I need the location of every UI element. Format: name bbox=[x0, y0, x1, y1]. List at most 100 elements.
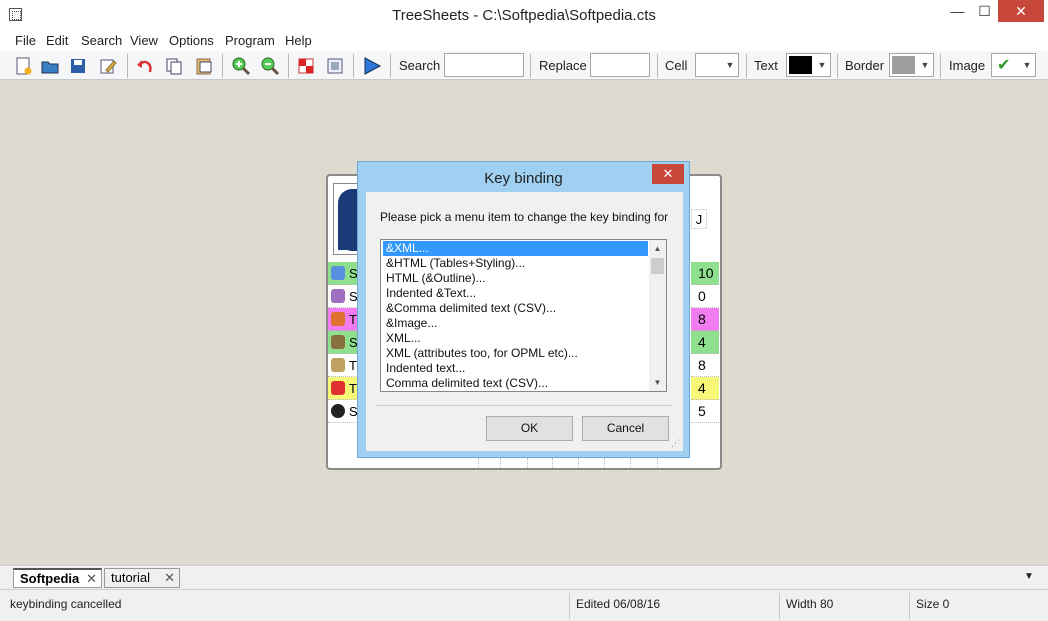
tab-tutorial[interactable]: tutorial ✕ bbox=[104, 568, 180, 588]
open-folder-icon[interactable] bbox=[38, 54, 62, 78]
toolbar-separator bbox=[390, 54, 391, 78]
menu-help[interactable]: Help bbox=[285, 33, 312, 48]
replace-label: Replace bbox=[539, 58, 587, 73]
tab-list-dropdown-icon[interactable]: ▼ bbox=[1024, 571, 1034, 582]
menu-edit[interactable]: Edit bbox=[46, 33, 68, 48]
dialog-close-button[interactable]: ✕ bbox=[652, 164, 684, 184]
grid-divider bbox=[604, 458, 605, 468]
grid-row[interactable]: S bbox=[328, 400, 358, 423]
toolbar-separator bbox=[940, 54, 941, 78]
tab-label: tutorial bbox=[111, 570, 151, 585]
grid-row[interactable]: S bbox=[328, 285, 358, 308]
close-icon[interactable]: ✕ bbox=[86, 570, 97, 588]
toolbar-separator bbox=[127, 54, 128, 78]
image-combo[interactable]: ✔ ▼ bbox=[991, 53, 1036, 77]
resize-grip-icon[interactable]: ⋰ bbox=[671, 439, 680, 448]
list-item[interactable]: XML... bbox=[383, 331, 648, 346]
list-scrollbar[interactable]: ▲ ▼ bbox=[649, 240, 666, 391]
menu-file[interactable]: File bbox=[15, 33, 36, 48]
close-button[interactable]: ✕ bbox=[998, 0, 1044, 22]
list-item[interactable]: XML (attributes too, for OPML etc)... bbox=[383, 346, 648, 361]
copy-icon[interactable] bbox=[162, 54, 186, 78]
grid-row[interactable]: T bbox=[328, 308, 358, 331]
text-color-combo[interactable]: ▼ bbox=[786, 53, 831, 77]
menu-view[interactable]: View bbox=[130, 33, 158, 48]
grid-value-cell[interactable]: 4 bbox=[691, 331, 719, 354]
replace-input[interactable] bbox=[590, 53, 650, 77]
image-icon[interactable] bbox=[323, 54, 347, 78]
status-divider bbox=[569, 593, 570, 619]
grid-value-cell[interactable]: 10 bbox=[691, 262, 719, 285]
status-bar: keybinding cancelled Edited 06/08/16 Wid… bbox=[0, 589, 1048, 621]
maximize-button[interactable]: ☐ bbox=[971, 0, 998, 22]
status-divider bbox=[779, 593, 780, 619]
grid-value-cell[interactable]: 4 bbox=[691, 377, 719, 400]
cancel-button[interactable]: Cancel bbox=[582, 416, 669, 441]
chevron-down-icon: ▼ bbox=[817, 60, 827, 70]
toolbar-separator bbox=[746, 54, 747, 78]
menu-program[interactable]: Program bbox=[225, 33, 275, 48]
tab-softpedia[interactable]: Softpedia ✕ bbox=[13, 568, 102, 588]
cell-color-combo[interactable]: ▼ bbox=[695, 53, 739, 77]
tab-bar: Softpedia ✕ tutorial ✕ ▼ bbox=[0, 565, 1048, 589]
list-item[interactable]: Comma delimited text (CSV)... bbox=[383, 376, 648, 391]
new-file-icon[interactable] bbox=[11, 54, 35, 78]
search-input[interactable] bbox=[444, 53, 524, 77]
scroll-thumb[interactable] bbox=[651, 258, 664, 274]
list-item[interactable]: HTML (&Outline)... bbox=[383, 271, 648, 286]
border-color-combo[interactable]: ▼ bbox=[889, 53, 934, 77]
run-play-icon[interactable] bbox=[360, 54, 384, 78]
undo-icon[interactable] bbox=[133, 54, 157, 78]
grid-divider bbox=[527, 458, 528, 468]
cell-label: Cell bbox=[665, 58, 688, 73]
minimize-button[interactable]: — bbox=[944, 0, 971, 22]
menu-options[interactable]: Options bbox=[169, 33, 214, 48]
dialog-title: Key binding bbox=[484, 170, 563, 187]
list-item[interactable]: &Comma delimited text (CSV)... bbox=[383, 301, 648, 316]
ok-button[interactable]: OK bbox=[486, 416, 573, 441]
zoom-in-icon[interactable] bbox=[229, 54, 253, 78]
zoom-out-icon[interactable] bbox=[258, 54, 282, 78]
text-label: Text bbox=[754, 58, 778, 73]
grid-cell[interactable]: J bbox=[691, 209, 707, 229]
grid-cell-text: T bbox=[349, 312, 357, 327]
checkmark-icon: ✔ bbox=[997, 57, 1011, 74]
list-item[interactable]: &Image... bbox=[383, 316, 648, 331]
list-item[interactable]: &XML... bbox=[383, 241, 648, 256]
paste-icon[interactable] bbox=[192, 54, 216, 78]
border-color-swatch bbox=[892, 56, 915, 74]
toolbar-separator bbox=[837, 54, 838, 78]
list-item[interactable]: &HTML (Tables+Styling)... bbox=[383, 256, 648, 271]
close-icon[interactable]: ✕ bbox=[164, 569, 175, 587]
chevron-down-icon: ▼ bbox=[920, 60, 930, 70]
box-icon bbox=[331, 335, 345, 349]
menu-search[interactable]: Search bbox=[81, 33, 122, 48]
menu-bar: File Edit Search View Options Program He… bbox=[0, 31, 1048, 51]
key-binding-dialog: Key binding ✕ Please pick a menu item to… bbox=[357, 161, 690, 458]
chevron-down-icon: ▼ bbox=[725, 60, 735, 70]
grid-divider bbox=[578, 458, 579, 468]
grid-color-icon[interactable] bbox=[294, 54, 318, 78]
dialog-body: Please pick a menu item to change the ke… bbox=[366, 192, 683, 451]
dialog-prompt: Please pick a menu item to change the ke… bbox=[380, 210, 669, 224]
grid-row[interactable]: S bbox=[328, 262, 358, 285]
grid-row[interactable]: T bbox=[328, 377, 358, 400]
grid-value-cell[interactable]: 0 bbox=[691, 285, 719, 308]
list-item[interactable]: Indented &Text... bbox=[383, 286, 648, 301]
border-label: Border bbox=[845, 58, 885, 73]
grid-value-cell[interactable]: 8 bbox=[691, 354, 719, 377]
dialog-separator bbox=[376, 405, 673, 406]
books-icon bbox=[331, 289, 345, 303]
home-icon bbox=[331, 312, 345, 326]
grid-value-cell[interactable]: 8 bbox=[691, 308, 719, 331]
list-item[interactable]: Indented text... bbox=[383, 361, 648, 376]
scroll-up-icon[interactable]: ▲ bbox=[649, 240, 666, 257]
grid-row[interactable]: S bbox=[328, 331, 358, 354]
save-icon[interactable] bbox=[66, 54, 90, 78]
grid-divider bbox=[552, 458, 553, 468]
grid-value-cell[interactable]: 5 bbox=[691, 400, 719, 423]
grid-row[interactable]: T bbox=[328, 354, 358, 377]
scroll-down-icon[interactable]: ▼ bbox=[649, 374, 666, 391]
edit-pencil-icon[interactable] bbox=[96, 54, 120, 78]
menu-item-list[interactable]: &XML... &HTML (Tables+Styling)... HTML (… bbox=[380, 239, 667, 392]
